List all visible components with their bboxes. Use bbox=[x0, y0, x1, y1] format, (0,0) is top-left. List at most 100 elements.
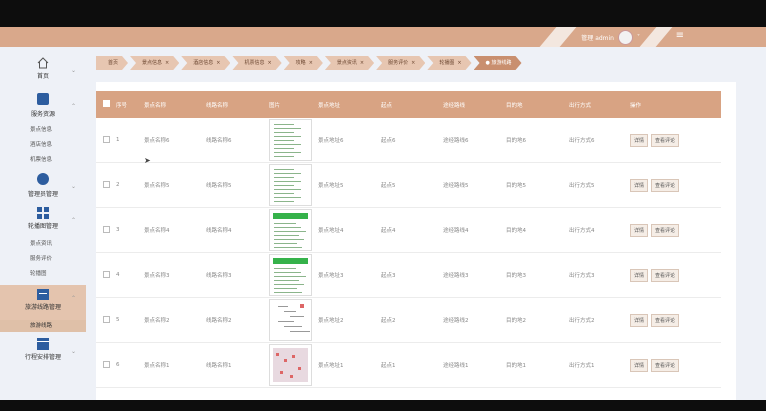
sidebar-group-routes[interactable]: 旅游线路管理 ⌃ bbox=[0, 285, 86, 320]
close-icon[interactable]: × bbox=[360, 60, 364, 66]
avatar[interactable] bbox=[618, 30, 633, 45]
details-button[interactable]: 详情 bbox=[630, 358, 649, 372]
details-button[interactable]: 详情 bbox=[630, 178, 649, 192]
cell-name: 景点名称2 bbox=[144, 318, 170, 324]
route-image[interactable] bbox=[269, 209, 312, 251]
sidebar-subitem[interactable]: 景点信息 bbox=[0, 125, 86, 133]
sidebar-subitem[interactable]: 服务评价 bbox=[0, 254, 86, 262]
tab-label: 景点资讯 bbox=[336, 60, 357, 66]
view-comments-button[interactable]: 查看评论 bbox=[651, 358, 680, 372]
view-comments-button[interactable]: 查看评论 bbox=[651, 313, 680, 327]
column-header[interactable]: 景点地址 bbox=[318, 101, 381, 109]
details-button[interactable]: 详情 bbox=[630, 313, 649, 327]
details-button[interactable]: 详情 bbox=[630, 223, 649, 237]
row-checkbox[interactable] bbox=[102, 225, 110, 233]
view-comments-button[interactable]: 查看评论 bbox=[651, 133, 680, 147]
route-image[interactable] bbox=[269, 344, 312, 386]
cell-start: 起点6 bbox=[381, 138, 396, 144]
table-row[interactable]: 2 景点名称5 线路名称5 景点地址5 起点5 途经路线5 目的地5 出行方式5 详情 查看评论 bbox=[96, 163, 721, 208]
cell-start: 起点5 bbox=[381, 183, 396, 189]
row-checkbox[interactable] bbox=[102, 315, 110, 323]
column-header[interactable]: 线路名称 bbox=[206, 101, 269, 109]
cell-via: 途经路线4 bbox=[443, 228, 469, 234]
row-checkbox[interactable] bbox=[102, 270, 110, 278]
cell-route: 线路名称1 bbox=[206, 363, 232, 369]
view-comments-button[interactable]: 查看评论 bbox=[651, 178, 680, 192]
tab-4[interactable]: 攻略 × bbox=[284, 56, 323, 70]
actions-cell: 详情 查看评论 bbox=[630, 178, 721, 192]
cell-addr: 景点地址2 bbox=[318, 318, 344, 324]
details-button[interactable]: 详情 bbox=[630, 133, 649, 147]
column-header[interactable]: 途经路线 bbox=[443, 101, 506, 109]
route-image[interactable] bbox=[269, 164, 312, 206]
table-row[interactable]: 3 景点名称4 线路名称4 景点地址4 起点4 途经路线4 目的地4 出行方式4 详情 查看评论 bbox=[96, 208, 721, 253]
sidebar-group-resources[interactable]: 服务资源 ⌃ bbox=[0, 93, 86, 118]
tab-5[interactable]: 景点资讯 × bbox=[325, 56, 374, 70]
cell-mode: 出行方式5 bbox=[569, 183, 595, 189]
view-comments-button[interactable]: 查看评论 bbox=[651, 223, 680, 237]
table-card: 序号 景点名称 线路名称 图片 景点地址 起点 途经路线 目的地 出行方式 操作… bbox=[96, 82, 736, 400]
close-icon[interactable]: × bbox=[267, 60, 271, 66]
route-image[interactable] bbox=[269, 254, 312, 296]
column-header[interactable]: 起点 bbox=[381, 101, 443, 109]
row-select-cell bbox=[96, 270, 116, 280]
cell-dest: 目的地4 bbox=[506, 228, 526, 234]
top-black-bar bbox=[0, 0, 766, 27]
tab-bar: 首页 景点信息 × 酒店信息 × 机票信息 × 攻略 × 景点资讯 × 服务评价 × 轮播图 × ● 旅游线路 bbox=[96, 56, 522, 70]
cell-no: 6 bbox=[116, 362, 120, 368]
chevron-up-icon: ⌃ bbox=[70, 103, 76, 110]
close-icon[interactable]: × bbox=[457, 60, 461, 66]
view-comments-button[interactable]: 查看评论 bbox=[651, 268, 680, 282]
close-icon[interactable]: × bbox=[216, 60, 220, 66]
route-image[interactable] bbox=[269, 299, 312, 341]
sidebar-subitem[interactable]: 景点资讯 bbox=[0, 239, 86, 247]
column-header[interactable]: 图片 bbox=[269, 101, 318, 109]
cell-mode: 出行方式4 bbox=[569, 228, 595, 234]
tab-label: 轮播图 bbox=[439, 60, 455, 66]
column-header[interactable]: 操作 bbox=[630, 101, 721, 109]
tab-1[interactable]: 景点信息 × bbox=[130, 56, 179, 70]
top-header: 管理 admin ˅ ≡ bbox=[0, 27, 766, 47]
tab-3[interactable]: 机票信息 × bbox=[232, 56, 281, 70]
details-button[interactable]: 详情 bbox=[630, 268, 649, 282]
chevron-up-icon: ⌃ bbox=[70, 295, 76, 302]
sidebar-subitem[interactable]: 机票信息 bbox=[0, 155, 86, 163]
tab-2[interactable]: 酒店信息 × bbox=[181, 56, 230, 70]
sidebar-item-label: 旅游线路管理 bbox=[24, 304, 61, 311]
table-row[interactable]: 6 景点名称1 线路名称1 景点地址1 起点1 途经路线1 目的地1 出行方式1 详情 查看评论 bbox=[96, 343, 721, 388]
sidebar-subitem[interactable]: 轮播图 bbox=[0, 269, 86, 277]
sidebar-group-itinerary[interactable]: 行程安排管理 ⌄ bbox=[0, 338, 86, 361]
sidebar-group-carousel[interactable]: 轮播图管理 ⌃ bbox=[0, 207, 86, 230]
square-icon bbox=[37, 93, 49, 105]
route-image[interactable] bbox=[269, 119, 312, 161]
column-header[interactable]: 出行方式 bbox=[569, 101, 630, 109]
row-checkbox[interactable] bbox=[102, 135, 110, 143]
row-checkbox[interactable] bbox=[102, 180, 110, 188]
menu-icon[interactable]: ≡ bbox=[676, 30, 684, 42]
close-icon[interactable]: × bbox=[165, 60, 169, 66]
select-all-checkbox[interactable] bbox=[102, 100, 110, 107]
column-header[interactable]: 目的地 bbox=[506, 101, 569, 109]
table-row[interactable]: 1 景点名称6 线路名称6 景点地址6 起点6 途经路线6 目的地6 出行方式6 详情 查看评论 bbox=[96, 118, 721, 163]
table-row[interactable]: 5 景点名称2 线路名称2 景点地址2 起点2 途经路线2 目的地2 出行方式2 详情 查看评论 bbox=[96, 298, 721, 343]
actions-cell: 详情 查看评论 bbox=[630, 313, 721, 327]
tab-8[interactable]: ● 旅游线路 bbox=[474, 56, 522, 70]
tab-7[interactable]: 轮播图 × bbox=[427, 56, 471, 70]
sidebar-item-home[interactable]: 首页 ⌄ bbox=[0, 57, 86, 80]
sidebar-subitem-active[interactable]: 旅游线路 bbox=[0, 320, 86, 332]
tab-label: 酒店信息 bbox=[193, 60, 214, 66]
sidebar-group-admins[interactable]: 管理员管理 ⌄ bbox=[0, 173, 86, 198]
tab-0[interactable]: 首页 bbox=[96, 56, 128, 70]
table-row[interactable]: 4 景点名称3 线路名称3 景点地址3 起点3 途经路线3 目的地3 出行方式3 详情 查看评论 bbox=[96, 253, 721, 298]
sidebar-subitem[interactable]: 酒店信息 bbox=[0, 140, 86, 148]
column-header[interactable]: 景点名称 bbox=[144, 101, 206, 109]
cell-start: 起点2 bbox=[381, 318, 396, 324]
close-icon[interactable]: × bbox=[309, 60, 313, 66]
chevron-down-icon[interactable]: ˅ bbox=[637, 34, 640, 41]
close-icon[interactable]: × bbox=[411, 60, 415, 66]
user-menu[interactable]: 管理 admin ˅ bbox=[581, 30, 640, 45]
column-header[interactable]: 序号 bbox=[116, 101, 144, 109]
cell-dest: 目的地1 bbox=[506, 363, 526, 369]
tab-6[interactable]: 服务评价 × bbox=[376, 56, 425, 70]
row-checkbox[interactable] bbox=[102, 360, 110, 368]
